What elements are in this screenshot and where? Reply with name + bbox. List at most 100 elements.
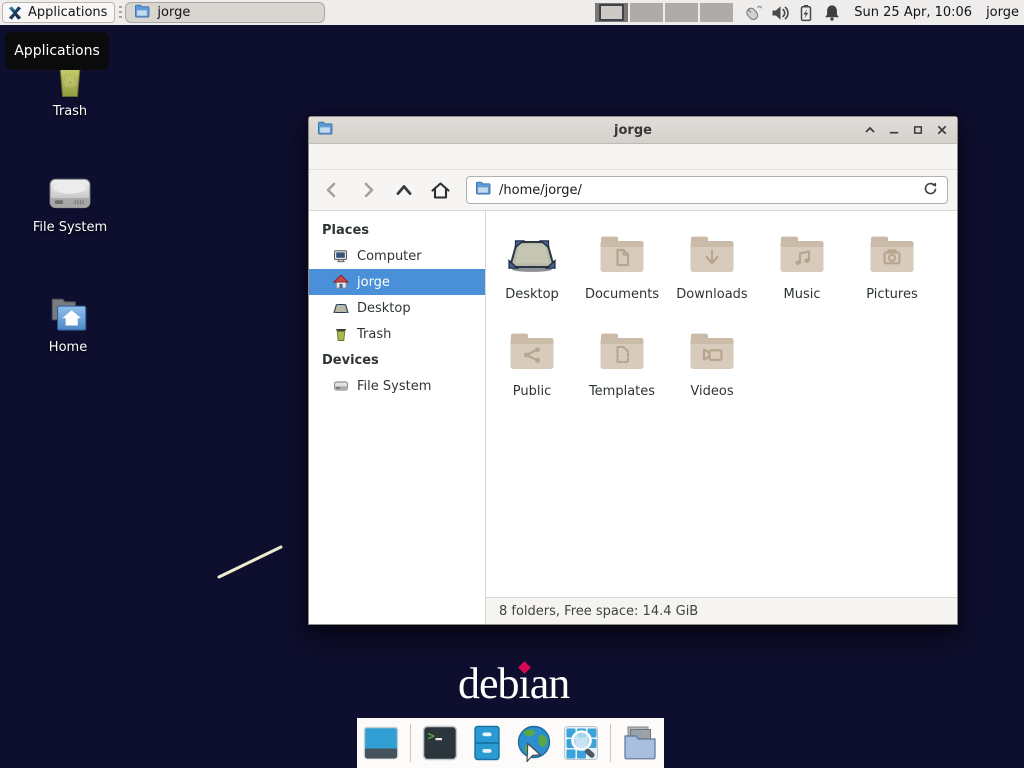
up-button[interactable] [390, 176, 418, 204]
sidebar-item-desktop[interactable]: Desktop [309, 295, 485, 321]
dock-folder[interactable] [620, 723, 660, 763]
dock-terminal[interactable]: > [420, 723, 460, 763]
file-folder-pictures[interactable]: Pictures [847, 221, 937, 318]
sidebar-item-computer[interactable]: Computer [309, 243, 485, 269]
back-button[interactable] [318, 176, 346, 204]
file-folder-desktop[interactable]: Desktop [487, 221, 577, 318]
workspace-2[interactable] [630, 3, 663, 22]
toolbar [309, 170, 957, 211]
desktop-icon-home[interactable]: Home [22, 290, 114, 355]
menu-bar [309, 144, 957, 170]
file-folder-label: Desktop [505, 287, 559, 302]
download-icon [688, 229, 736, 277]
file-view: Desktop Documents Downloads Music Pictur… [486, 211, 957, 597]
file-folder-public[interactable]: Public [487, 318, 577, 415]
sidebar-item-jorge[interactable]: jorge [309, 269, 485, 295]
computer-icon [333, 248, 349, 264]
applications-menu-label: Applications [28, 5, 107, 20]
sidebar-item-label: Trash [357, 327, 391, 342]
file-folder-documents[interactable]: Documents [577, 221, 667, 318]
sidebar-item-label: jorge [357, 275, 390, 290]
window-titlebar[interactable]: jorge [309, 117, 957, 144]
file-folder-templates[interactable]: Templates [577, 318, 667, 415]
dock-file-cabinet[interactable] [467, 723, 507, 763]
menu-item[interactable] [349, 154, 365, 160]
drive-mini-icon [333, 378, 349, 394]
status-text: 8 folders, Free space: 14.4 GiB [499, 604, 698, 619]
file-folder-videos[interactable]: Videos [667, 318, 757, 415]
file-manager-window: jorge [308, 116, 958, 625]
home-button[interactable] [426, 176, 454, 204]
file-folder-label: Templates [589, 384, 655, 399]
desktop-icon-label: Trash [53, 104, 87, 119]
folder-dock-icon [620, 723, 660, 763]
dock-separator [610, 724, 611, 762]
template-icon [598, 326, 646, 374]
workspace-4[interactable] [700, 3, 733, 22]
camera-icon [868, 229, 916, 277]
sidebar-item-label: Computer [357, 249, 422, 264]
menu-item[interactable] [381, 154, 397, 160]
folder-icon [475, 180, 491, 200]
tooltip-text: Applications [14, 43, 100, 59]
sidebar-header-places: Places [309, 217, 485, 243]
forward-button[interactable] [354, 176, 382, 204]
trash-mini-icon [333, 326, 349, 342]
menu-item[interactable] [317, 154, 333, 160]
sidebar-item-file-system[interactable]: File System [309, 373, 485, 399]
location-bar[interactable] [466, 176, 948, 204]
workspace-switcher [595, 3, 733, 22]
panel-username[interactable]: jorge [986, 5, 1019, 20]
shade-window-button[interactable] [862, 123, 877, 138]
dock-show-desktop[interactable] [361, 723, 401, 763]
document-icon [598, 229, 646, 277]
sidebar-item-trash[interactable]: Trash [309, 321, 485, 347]
show-desktop-icon [361, 723, 401, 763]
menu-item[interactable] [333, 154, 349, 160]
dock-app-finder[interactable] [561, 723, 601, 763]
file-folder-label: Public [513, 384, 551, 399]
file-folder-label: Downloads [676, 287, 747, 302]
menu-item[interactable] [365, 154, 381, 160]
battery-icon[interactable] [797, 3, 815, 23]
desktop-icon-file-system[interactable]: File System [24, 170, 116, 235]
desktop-icon-label: Home [49, 340, 87, 355]
sidebar-item-label: Desktop [357, 301, 411, 316]
maximize-window-button[interactable] [910, 123, 925, 138]
path-input[interactable] [499, 183, 914, 198]
volume-icon[interactable] [770, 3, 790, 23]
window-title: jorge [309, 123, 957, 138]
close-window-button[interactable] [934, 123, 949, 138]
bell-icon[interactable] [822, 3, 842, 23]
file-folder-label: Documents [585, 287, 659, 302]
globe-icon [514, 723, 554, 763]
drive-desktop-icon [47, 170, 93, 216]
finder-icon [561, 723, 601, 763]
applications-menu-button[interactable]: Applications [2, 2, 115, 23]
reload-icon[interactable] [922, 180, 939, 201]
file-folder-downloads[interactable]: Downloads [667, 221, 757, 318]
taskbar-window-button[interactable]: jorge [125, 2, 325, 23]
panel-grip-handle[interactable] [119, 6, 122, 20]
sidebar-header-devices: Devices [309, 347, 485, 373]
window-folder-icon [317, 120, 333, 140]
file-folder-music[interactable]: Music [757, 221, 847, 318]
desktop-mini-icon [333, 300, 349, 316]
dock-web-browser[interactable] [514, 723, 554, 763]
minimize-window-button[interactable] [886, 123, 901, 138]
panel-clock[interactable]: Sun 25 Apr, 10:06 [854, 5, 972, 20]
desktop-icon [508, 229, 556, 277]
desktop-icon-label: File System [33, 220, 107, 235]
dock-separator [410, 724, 411, 762]
mouse-tray-icon[interactable] [742, 3, 763, 23]
status-bar: 8 folders, Free space: 14.4 GiB [486, 597, 957, 624]
sidebar-item-label: File System [357, 379, 431, 394]
workspace-3[interactable] [665, 3, 698, 22]
applications-tooltip: Applications [5, 32, 109, 70]
workspace-1[interactable] [595, 3, 628, 22]
taskbar-window-label: jorge [157, 5, 190, 20]
system-tray [742, 3, 842, 23]
svg-text:>: > [428, 729, 435, 743]
file-folder-label: Videos [690, 384, 733, 399]
file-folder-label: Pictures [866, 287, 917, 302]
